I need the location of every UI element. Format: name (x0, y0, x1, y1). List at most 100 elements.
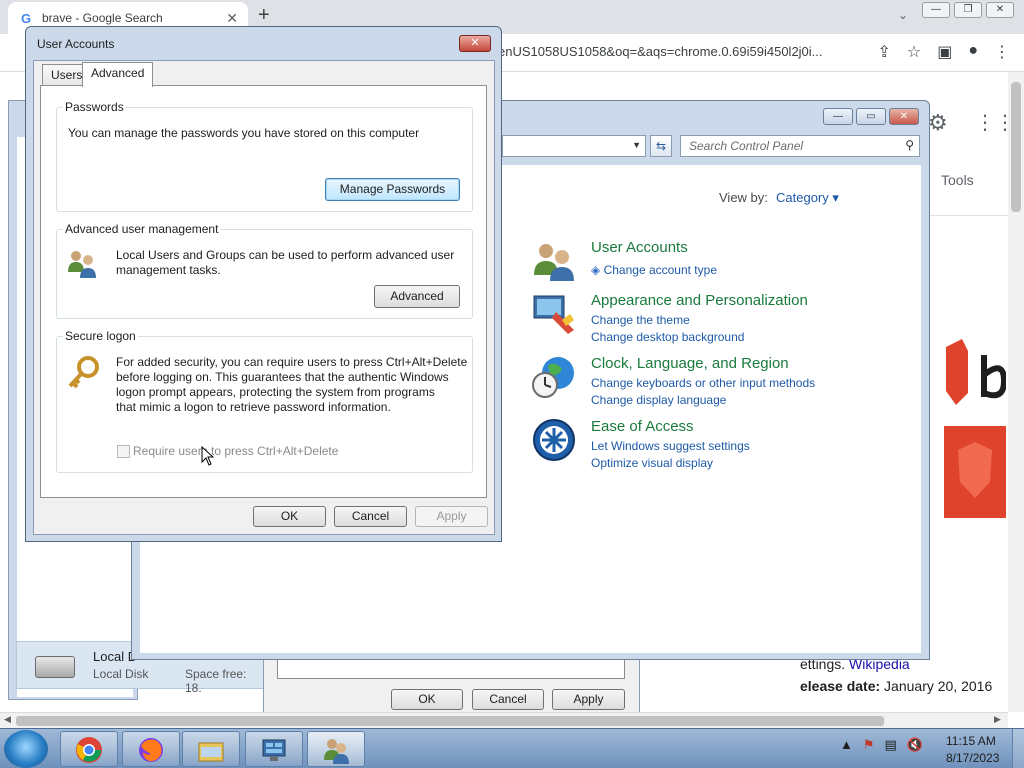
user-accounts-dialog: User Accounts ✕ Users Advanced Passwords… (25, 26, 502, 542)
category-title[interactable]: Appearance and Personalization (591, 292, 808, 309)
horizontal-scrollbar[interactable]: ◀ ▶ (0, 712, 1008, 728)
cancel-button[interactable]: Cancel (472, 689, 544, 710)
category-link[interactable]: ◈ Change account type (591, 263, 717, 277)
taskbar-user-accounts[interactable] (307, 731, 365, 767)
advanced-management-line2: management tasks. (116, 263, 221, 277)
disk-type: Local Disk (93, 667, 149, 681)
apply-button[interactable]: Apply (415, 506, 488, 527)
control-panel-icon (262, 739, 286, 761)
brave-logo-icon (946, 339, 1006, 405)
apply-button[interactable]: Apply (552, 689, 625, 710)
scroll-right-icon[interactable]: ▶ (994, 714, 1001, 725)
dialog-input-field[interactable] (277, 659, 625, 679)
ok-button[interactable]: OK (253, 506, 326, 527)
tray-expand-icon[interactable]: ▲ (840, 737, 853, 753)
share-icon[interactable]: ⇪ (877, 42, 890, 62)
scrollbar-thumb[interactable] (16, 716, 884, 726)
system-tray: ▲ ⚑ ▤ 🔇 (840, 737, 923, 753)
cancel-button[interactable]: Cancel (334, 506, 407, 527)
category-link[interactable]: Change the theme (591, 313, 690, 327)
category-title[interactable]: Ease of Access (591, 418, 694, 435)
category-link[interactable]: Change keyboards or other input methods (591, 376, 815, 390)
uac-shield-icon: ◈ (591, 263, 601, 277)
checkbox-label[interactable]: Require users to press Ctrl+Alt+Delete (133, 444, 338, 458)
clock-time[interactable]: 11:15 AM (946, 734, 996, 748)
minimize-icon[interactable]: — (823, 108, 853, 125)
volume-muted-icon[interactable]: 🔇 (907, 737, 923, 753)
advanced-management-line1: Local Users and Groups can be used to pe… (116, 248, 455, 262)
close-icon[interactable]: ✕ (889, 108, 919, 125)
group-label: Secure logon (63, 329, 138, 343)
tab-close-icon[interactable]: ✕ (226, 10, 238, 27)
passwords-group: Passwords You can manage the passwords y… (56, 100, 473, 212)
restore-icon[interactable]: ❐ (954, 2, 982, 18)
user-accounts-icon (324, 739, 349, 764)
tools-link[interactable]: Tools (941, 172, 974, 188)
group-label: Passwords (63, 100, 126, 114)
taskbar-chrome[interactable] (60, 731, 118, 767)
profile-icon[interactable]: ● (968, 42, 978, 62)
globe-clock-icon (532, 357, 574, 398)
minimize-icon[interactable]: — (922, 2, 950, 18)
group-label: Advanced user management (63, 222, 221, 236)
chrome-icon (76, 737, 102, 763)
start-button[interactable] (4, 730, 48, 768)
category-link-text: Change account type (603, 263, 717, 277)
advanced-button[interactable]: Advanced (374, 285, 460, 308)
vertical-scrollbar[interactable] (1008, 72, 1024, 712)
dialog-body: Users Advanced Passwords You can manage … (33, 60, 495, 535)
side-panel-icon[interactable]: ▣ (937, 42, 952, 62)
category-link[interactable]: Optimize visual display (591, 456, 713, 470)
network-icon[interactable]: ▤ (885, 737, 897, 753)
firefox-icon (139, 738, 163, 762)
secure-logon-line: For added security, you can require user… (116, 355, 468, 369)
scrollbar-thumb[interactable] (1011, 82, 1021, 212)
taskbar-firefox[interactable] (122, 731, 180, 767)
view-by-label: View by: (719, 190, 768, 205)
address-bar[interactable]: ▼ (502, 135, 646, 157)
show-desktop-button[interactable] (1012, 729, 1024, 768)
view-by-dropdown[interactable]: Category ▾ (776, 190, 839, 206)
clock-date[interactable]: 8/17/2023 (946, 751, 999, 765)
window-controls: — ▭ ✕ (823, 108, 919, 125)
google-icon: G (20, 10, 32, 26)
appearance-icon (533, 295, 574, 334)
taskbar-explorer[interactable] (182, 731, 240, 767)
chevron-down-icon[interactable]: ▼ (632, 140, 641, 150)
new-tab-icon[interactable]: + (258, 4, 270, 27)
scroll-left-icon[interactable]: ◀ (4, 714, 11, 725)
category-link[interactable]: Let Windows suggest settings (591, 439, 750, 453)
manage-passwords-button[interactable]: Manage Passwords (325, 178, 460, 201)
tab-search-icon[interactable]: ⌄ (898, 8, 908, 22)
chrome-window-controls: — ❐ ✕ (922, 2, 1014, 18)
divider (930, 215, 1010, 216)
gear-icon[interactable]: ⚙ (928, 110, 948, 136)
menu-icon[interactable]: ⋮ (994, 42, 1010, 62)
search-icon[interactable]: ⚲ (905, 138, 914, 152)
bookmark-star-icon[interactable]: ☆ (907, 42, 921, 62)
maximize-icon[interactable]: ▭ (856, 108, 886, 125)
refresh-icon[interactable]: ⇆ (650, 135, 672, 157)
dialog-title: User Accounts (37, 37, 115, 51)
require-ctrl-alt-del-checkbox[interactable] (117, 445, 130, 458)
search-input[interactable]: Search Control Panel ⚲ (680, 135, 920, 157)
key-icon (68, 356, 99, 389)
category-title[interactable]: User Accounts (591, 239, 688, 256)
advanced-tab-panel: Passwords You can manage the passwords y… (40, 85, 487, 498)
close-button[interactable]: ✕ (459, 35, 491, 52)
hard-drive-icon (35, 656, 75, 678)
toolbar-icons: ⇪ ☆ ▣ ● ⋮ (877, 42, 1010, 62)
category-link[interactable]: Change desktop background (591, 330, 744, 344)
address-bar-text[interactable]: enUS1058US1058&oq=&aqs=chrome.0.69i59i45… (498, 44, 823, 59)
action-center-flag-icon[interactable]: ⚑ (863, 737, 875, 753)
ok-button[interactable]: OK (391, 689, 463, 710)
users-icon (534, 244, 574, 281)
tab-advanced[interactable]: Advanced (82, 62, 154, 87)
advanced-user-management-group: Advanced user management Local Users and… (56, 222, 473, 319)
category-link[interactable]: Change display language (591, 393, 726, 407)
close-icon[interactable]: ✕ (986, 2, 1014, 18)
taskbar-control-panel[interactable] (245, 731, 303, 767)
release-date-value: January 20, 2016 (880, 678, 993, 694)
taskbar: ▲ ⚑ ▤ 🔇 11:15 AM 8/17/2023 (0, 728, 1024, 768)
category-title[interactable]: Clock, Language, and Region (591, 355, 789, 372)
